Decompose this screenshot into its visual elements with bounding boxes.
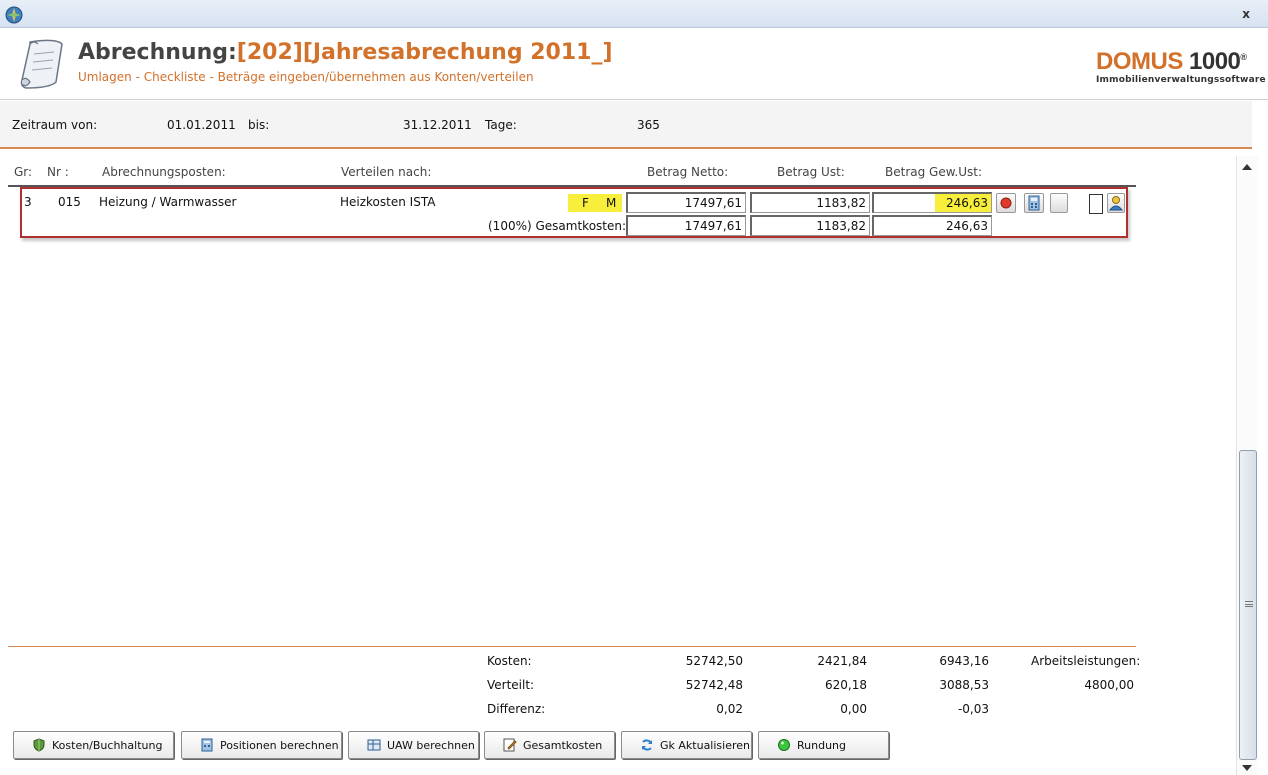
- page-title: Abrechnung:[202][Jahresabrechung 2011_]: [78, 40, 613, 65]
- col-nr: Nr :: [47, 165, 69, 179]
- page-title-prefix: Abrechnung:: [78, 40, 237, 65]
- verteilt-netto: 52742,48: [685, 678, 743, 692]
- period-from-label: Zeitraum von:: [12, 118, 98, 132]
- netto-input[interactable]: 17497,61: [626, 192, 746, 213]
- differenz-netto: 0,02: [716, 702, 743, 716]
- record-icon: [1000, 197, 1012, 209]
- kosten-label: Kosten:: [487, 654, 532, 668]
- arbeit-value: 4800,00: [1084, 678, 1134, 692]
- blank-button[interactable]: [1050, 193, 1068, 213]
- kosten-buchhaltung-button[interactable]: Kosten/Buchhaltung: [13, 731, 174, 759]
- user-icon: [1108, 196, 1124, 211]
- green-circle-icon: [778, 739, 790, 751]
- brand-tagline: Immobilienverwaltungssoftware: [1096, 75, 1266, 85]
- kosten-netto: 52742,50: [685, 654, 743, 668]
- gk-aktualisieren-label: Gk Aktualisieren: [660, 739, 750, 752]
- col-netto: Betrag Netto:: [647, 165, 729, 179]
- differenz-label: Differenz:: [487, 702, 546, 716]
- brand-number: 1000: [1189, 48, 1241, 75]
- page-header: Abrechnung:[202][Jahresabrechung 2011_] …: [0, 28, 1268, 100]
- arbeit-label: Arbeitsleistungen:: [1031, 654, 1141, 668]
- flag-f[interactable]: F: [582, 196, 589, 210]
- col-posten: Abrechnungsposten:: [102, 165, 226, 179]
- user-button[interactable]: [1107, 193, 1125, 213]
- table-row[interactable]: 3 015 Heizung / Warmwasser Heizkosten IS…: [20, 187, 1128, 238]
- kosten-gewust: 6943,16: [939, 654, 989, 668]
- total-ust-field[interactable]: 1183,82: [750, 215, 870, 236]
- col-gewust: Betrag Gew.Ust:: [885, 165, 983, 179]
- verteilt-label: Verteilt:: [487, 678, 535, 692]
- page-title-highlight: [202][Jahresabrechung 2011_]: [236, 40, 613, 65]
- col-ust: Betrag Ust:: [777, 165, 845, 179]
- refresh-icon: [642, 739, 652, 751]
- verteilt-gewust: 3088,53: [939, 678, 989, 692]
- rundung-button[interactable]: Rundung: [758, 731, 889, 759]
- calculator-button[interactable]: [1024, 193, 1044, 213]
- period-days-value: 365: [637, 118, 660, 132]
- differenz-gewust: -0,03: [957, 702, 989, 716]
- calculator-icon: [201, 738, 213, 752]
- page-subtitle: Umlagen - Checkliste - Beträge eingeben/…: [78, 70, 534, 84]
- uaw-berechnen-label: UAW berechnen: [387, 739, 475, 752]
- kosten-ust: 2421,84: [817, 654, 867, 668]
- differenz-ust: 0,00: [840, 702, 867, 716]
- totals-divider: [8, 646, 1136, 647]
- period-from-value: 01.01.2011: [167, 118, 236, 132]
- flag-m[interactable]: M: [606, 196, 616, 210]
- period-to-value: 31.12.2011: [403, 118, 472, 132]
- close-button[interactable]: x: [1242, 7, 1250, 21]
- verteilt-ust: 620,18: [825, 678, 867, 692]
- uaw-berechnen-button[interactable]: UAW berechnen: [348, 731, 479, 759]
- vertical-scrollbar[interactable]: [1236, 156, 1258, 775]
- period-bar: Zeitraum von: 01.01.2011 bis: 31.12.2011…: [0, 101, 1252, 149]
- col-verteilen: Verteilen nach:: [341, 165, 432, 179]
- gk-aktualisieren-button[interactable]: Gk Aktualisieren: [621, 731, 752, 759]
- row-posten: Heizung / Warmwasser: [99, 195, 237, 209]
- kosten-buchhaltung-label: Kosten/Buchhaltung: [52, 739, 163, 752]
- calculator-icon: [1028, 195, 1040, 211]
- total-gewust-field[interactable]: 246,63: [872, 215, 992, 236]
- edit-document-icon: [503, 738, 517, 752]
- rundung-label: Rundung: [797, 739, 847, 752]
- brand-domus: DOMUS: [1096, 48, 1183, 75]
- window-titlebar: x: [0, 0, 1268, 28]
- row-flags: F M: [568, 194, 622, 212]
- ust-input[interactable]: 1183,82: [750, 192, 870, 213]
- period-days-label: Tage:: [485, 118, 517, 132]
- total-netto-field[interactable]: 17497,61: [626, 215, 746, 236]
- scroll-grip-icon: [1245, 601, 1253, 607]
- row-gr: 3: [24, 195, 32, 209]
- scroll-thumb[interactable]: [1239, 450, 1257, 760]
- table-calc-icon: [367, 739, 381, 751]
- checkbox-field[interactable]: [1089, 194, 1103, 214]
- row-total-label: (100%) Gesamtkosten:: [488, 219, 627, 233]
- shield-icon: [33, 738, 45, 752]
- positionen-berechnen-button[interactable]: Positionen berechnen: [181, 731, 342, 759]
- scroll-up-icon[interactable]: [1242, 164, 1252, 170]
- gewust-input[interactable]: 246,63: [872, 192, 992, 213]
- gesamtkosten-button[interactable]: Gesamtkosten: [484, 731, 615, 759]
- column-header-row: Gr: Nr : Abrechnungsposten: Verteilen na…: [8, 163, 1136, 187]
- brand-logo: DOMUS 1000® Immobilienverwaltungssoftwar…: [1096, 44, 1266, 86]
- period-to-label: bis:: [248, 118, 270, 132]
- scroll-down-icon[interactable]: [1242, 765, 1252, 771]
- gesamtkosten-label: Gesamtkosten: [523, 739, 603, 752]
- record-button[interactable]: [996, 193, 1016, 213]
- col-gr: Gr:: [14, 165, 33, 179]
- positionen-berechnen-label: Positionen berechnen: [220, 739, 339, 752]
- brand-reg: ®: [1240, 52, 1247, 62]
- document-scroll-icon: [20, 39, 63, 89]
- row-verteilen: Heizkosten ISTA: [340, 195, 436, 209]
- row-nr: 015: [58, 195, 81, 209]
- app-compass-icon[interactable]: [5, 6, 23, 24]
